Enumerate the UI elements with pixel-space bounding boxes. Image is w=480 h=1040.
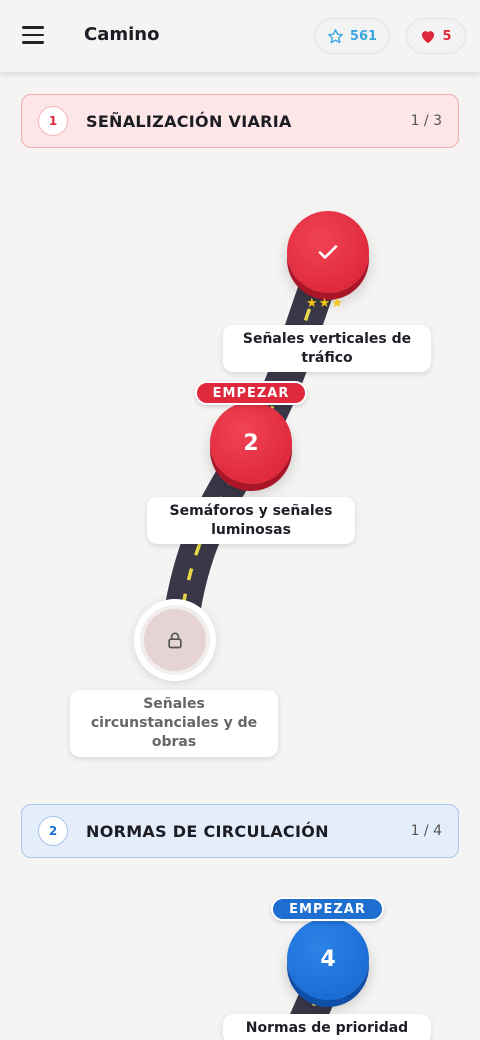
lesson-node-current[interactable]: 2 bbox=[210, 402, 292, 484]
lesson-label-semaforos[interactable]: Semáforos y señales luminosas bbox=[147, 497, 355, 544]
section-title: SEÑALIZACIÓN VIARIA bbox=[86, 111, 292, 131]
section-progress: 1 / 3 bbox=[410, 113, 442, 129]
section-progress: 1 / 4 bbox=[410, 823, 442, 839]
star-outline-icon bbox=[327, 28, 343, 43]
lock-circle bbox=[144, 609, 206, 671]
lesson-label-senales-verticales[interactable]: Señales verticales de tráfico bbox=[223, 325, 431, 372]
lesson-node-completed[interactable] bbox=[287, 211, 369, 293]
section-banner-normas[interactable]: 2 NORMAS DE CIRCULACIÓN 1 / 4 bbox=[21, 804, 459, 858]
lesson-node-current[interactable]: 4 bbox=[287, 918, 369, 1000]
lock-icon bbox=[168, 632, 182, 649]
section-title: NORMAS DE CIRCULACIÓN bbox=[86, 821, 329, 841]
hamburger-menu-icon[interactable] bbox=[22, 26, 44, 46]
lesson-label-senales-circunstanciales[interactable]: Señales circunstanciales y de obras bbox=[70, 690, 278, 757]
lesson-stars: ★★★ bbox=[306, 296, 344, 311]
section-banner-senalizacion[interactable]: 1 SEÑALIZACIÓN VIARIA 1 / 3 bbox=[21, 94, 459, 148]
lesson-node-locked[interactable] bbox=[134, 599, 216, 681]
stars-count: 561 bbox=[349, 28, 378, 44]
section-number: 1 bbox=[38, 106, 68, 136]
check-icon bbox=[318, 245, 338, 259]
top-bar: Camino 561 5 bbox=[0, 0, 480, 72]
hearts-counter[interactable]: 5 bbox=[406, 18, 466, 54]
start-badge[interactable]: EMPEZAR bbox=[195, 381, 307, 405]
page-title: Camino bbox=[84, 24, 160, 45]
lesson-label-normas-prioridad[interactable]: Normas de prioridad en bbox=[223, 1014, 431, 1040]
hearts-count: 5 bbox=[442, 28, 452, 44]
heart-icon bbox=[422, 30, 435, 43]
stars-counter[interactable]: 561 bbox=[314, 18, 390, 54]
start-badge[interactable]: EMPEZAR bbox=[271, 897, 384, 921]
section-number: 2 bbox=[38, 816, 68, 846]
